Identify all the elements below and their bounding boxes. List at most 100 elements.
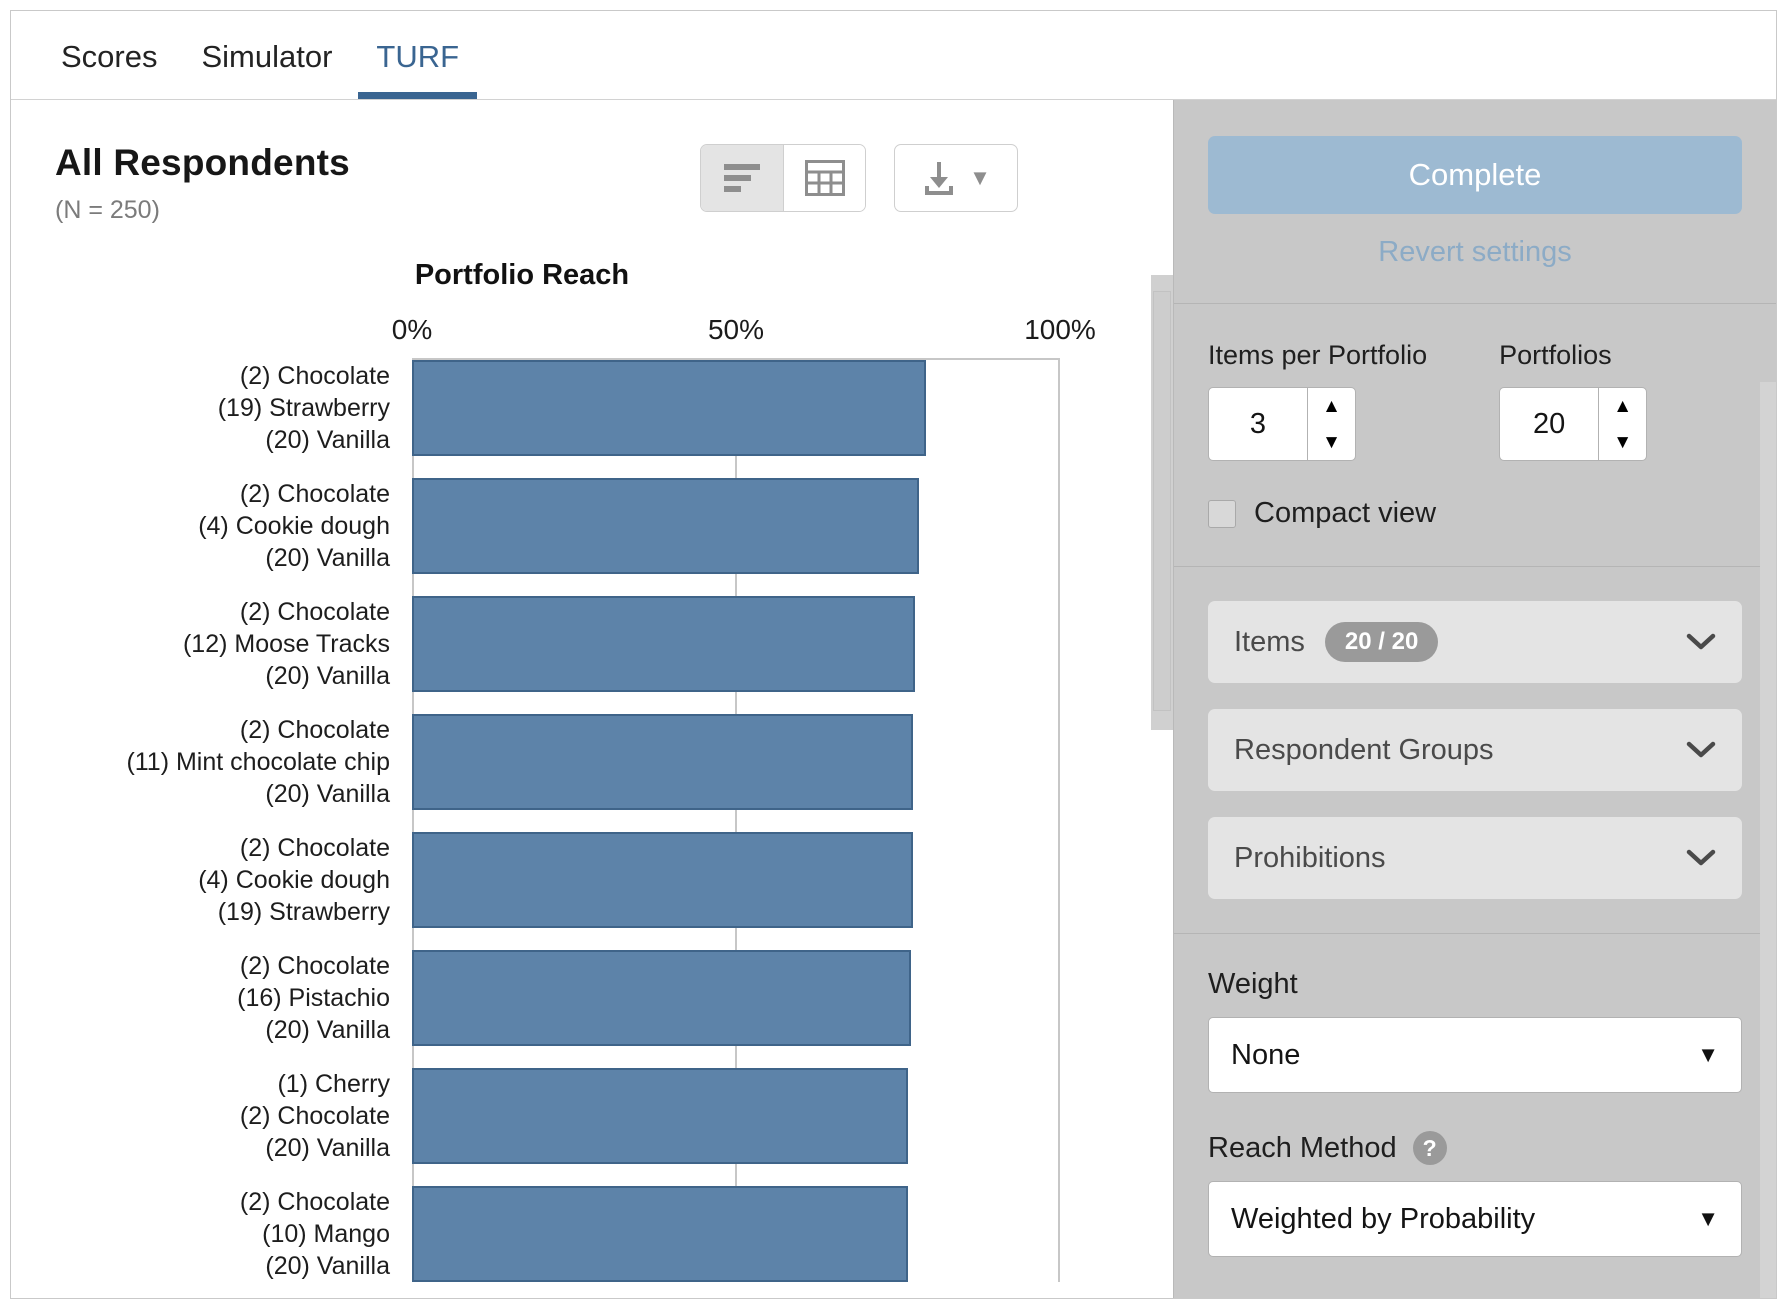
items-per-portfolio-value[interactable]: 3 [1209, 388, 1307, 460]
bar-row-label-line: (4) Cookie dough [32, 864, 390, 896]
items-per-portfolio-stepper[interactable]: 3 ▲ ▼ [1208, 387, 1356, 461]
weight-value: None [1231, 1039, 1300, 1072]
table-view-button[interactable] [783, 145, 865, 211]
portfolios-decrement[interactable]: ▼ [1599, 424, 1646, 460]
x-axis-tick-labels: 0% 50% 100% [11, 314, 1173, 358]
items-per-portfolio-decrement[interactable]: ▼ [1308, 424, 1355, 460]
view-toggle-group [700, 144, 866, 212]
bar [412, 714, 913, 810]
bar-row-label-line: (2) Chocolate [32, 950, 390, 982]
chevron-down-icon: ▼ [1697, 1042, 1719, 1068]
portfolios-field: Portfolios 20 ▲ ▼ [1499, 340, 1647, 461]
weight-select[interactable]: None ▼ [1208, 1017, 1742, 1093]
bar-row-label-line: (20) Vanilla [32, 424, 390, 456]
bar-rows: (2) Chocolate(19) Strawberry(20) Vanilla… [412, 360, 1060, 1282]
reach-method-select[interactable]: Weighted by Probability ▼ [1208, 1181, 1742, 1257]
bar-row: (2) Chocolate(11) Mint chocolate chip(20… [412, 714, 1060, 810]
chevron-down-icon [1686, 633, 1716, 651]
accordion-items[interactable]: Items 20 / 20 [1208, 601, 1742, 683]
bar-row: (1) Cherry(2) Chocolate(20) Vanilla [412, 1068, 1060, 1164]
bar [412, 832, 913, 928]
content-body: All Respondents (N = 250) [11, 100, 1776, 1298]
tab-simulator-label: Simulator [201, 39, 332, 74]
bar-row: (2) Chocolate(10) Mango(20) Vanilla [412, 1186, 1060, 1282]
question-mark-icon[interactable]: ? [1413, 1131, 1447, 1165]
accordion-respondent-groups[interactable]: Respondent Groups [1208, 709, 1742, 791]
portfolios-label: Portfolios [1499, 340, 1647, 371]
chevron-down-icon [1686, 741, 1716, 759]
bar-row-label: (2) Chocolate(10) Mango(20) Vanilla [32, 1186, 412, 1282]
items-per-portfolio-arrows: ▲ ▼ [1307, 388, 1355, 460]
accordion-items-label: Items [1234, 626, 1305, 659]
portfolios-increment[interactable]: ▲ [1599, 388, 1646, 424]
bar-row-label-line: (20) Vanilla [32, 542, 390, 574]
bar-row-label-line: (20) Vanilla [32, 1250, 390, 1282]
bar-row-label: (2) Chocolate(16) Pistachio(20) Vanilla [32, 950, 412, 1046]
portfolios-value[interactable]: 20 [1500, 388, 1598, 460]
bar-row-label-line: (2) Chocolate [32, 596, 390, 628]
chart-scrollbar-thumb[interactable] [1153, 291, 1171, 711]
bar-row-label: (2) Chocolate(11) Mint chocolate chip(20… [32, 714, 412, 810]
bar-row: (2) Chocolate(4) Cookie dough(19) Strawb… [412, 832, 1060, 928]
complete-button[interactable]: Complete [1208, 136, 1742, 214]
bar-row-label-line: (4) Cookie dough [32, 510, 390, 542]
download-icon [921, 159, 957, 197]
bar-row-label: (1) Cherry(2) Chocolate(20) Vanilla [32, 1068, 412, 1164]
compact-view-row: Compact view [1208, 497, 1742, 530]
chart-title: Portfolio Reach [11, 259, 1173, 292]
settings-scrollbar-thumb[interactable] [1760, 382, 1776, 1298]
table-icon [805, 160, 845, 196]
bar-row-label-line: (2) Chocolate [32, 1186, 390, 1218]
tab-scores-label: Scores [61, 39, 157, 74]
chart-plot-area: (2) Chocolate(19) Strawberry(20) Vanilla… [412, 358, 1060, 1282]
bar-row-label-line: (2) Chocolate [32, 1100, 390, 1132]
tab-turf-label: TURF [376, 39, 459, 74]
chart-pane-header: All Respondents (N = 250) [11, 100, 1173, 225]
portfolio-config-section: Items per Portfolio 3 ▲ ▼ Portfolios [1174, 304, 1776, 567]
bar-row-label-line: (1) Cherry [32, 1068, 390, 1100]
bar [412, 478, 919, 574]
reach-method-value: Weighted by Probability [1231, 1203, 1535, 1236]
chevron-down-icon [1686, 849, 1716, 867]
chart-vertical-scrollbar[interactable] [1151, 275, 1173, 730]
tab-scores[interactable]: Scores [39, 11, 179, 99]
download-caret-icon: ▼ [969, 165, 991, 191]
accordion-prohibitions[interactable]: Prohibitions [1208, 817, 1742, 899]
chart-view-button[interactable] [701, 145, 783, 211]
x-tick-100: 100% [1024, 314, 1096, 346]
x-tick-0: 0% [392, 314, 432, 346]
settings-vertical-scrollbar[interactable] [1760, 382, 1776, 1298]
bar [412, 1068, 908, 1164]
bar-row-label-line: (2) Chocolate [32, 478, 390, 510]
accordion-prohibitions-label: Prohibitions [1234, 842, 1386, 875]
bar [412, 950, 911, 1046]
bar-row-label-line: (20) Vanilla [32, 1132, 390, 1164]
accordion-respondent-groups-label: Respondent Groups [1234, 734, 1494, 767]
bar-row: (2) Chocolate(4) Cookie dough(20) Vanill… [412, 478, 1060, 574]
bar-row-label-line: (10) Mango [32, 1218, 390, 1250]
bar [412, 1186, 908, 1282]
bar-row-label: (2) Chocolate(4) Cookie dough(20) Vanill… [32, 478, 412, 574]
settings-panel: Complete Revert settings Items per Portf… [1173, 100, 1776, 1298]
tab-turf[interactable]: TURF [354, 11, 481, 99]
turf-app-window: Scores Simulator TURF All Respondents (N… [10, 10, 1777, 1299]
bar-row-label-line: (11) Mint chocolate chip [32, 746, 390, 778]
bar-row-label-line: (20) Vanilla [32, 660, 390, 692]
tab-simulator[interactable]: Simulator [179, 11, 354, 99]
bar-row-label-line: (12) Moose Tracks [32, 628, 390, 660]
download-button[interactable]: ▼ [894, 144, 1018, 212]
items-per-portfolio-increment[interactable]: ▲ [1308, 388, 1355, 424]
bar-row-label-line: (2) Chocolate [32, 360, 390, 392]
revert-settings-link[interactable]: Revert settings [1208, 236, 1742, 269]
settings-actions-section: Complete Revert settings [1174, 100, 1776, 304]
bar-row: (2) Chocolate(16) Pistachio(20) Vanilla [412, 950, 1060, 1046]
bar-row: (2) Chocolate(19) Strawberry(20) Vanilla [412, 360, 1060, 456]
bar-row-label: (2) Chocolate(4) Cookie dough(19) Strawb… [32, 832, 412, 928]
bar [412, 596, 915, 692]
chevron-down-icon: ▼ [1697, 1206, 1719, 1232]
compact-view-label: Compact view [1254, 497, 1436, 530]
portfolio-reach-chart: Portfolio Reach 0% 50% 100% (2) Chocolat… [11, 259, 1173, 1282]
bar-row-label: (2) Chocolate(12) Moose Tracks(20) Vanil… [32, 596, 412, 692]
compact-view-checkbox[interactable] [1208, 500, 1236, 528]
portfolios-stepper[interactable]: 20 ▲ ▼ [1499, 387, 1647, 461]
